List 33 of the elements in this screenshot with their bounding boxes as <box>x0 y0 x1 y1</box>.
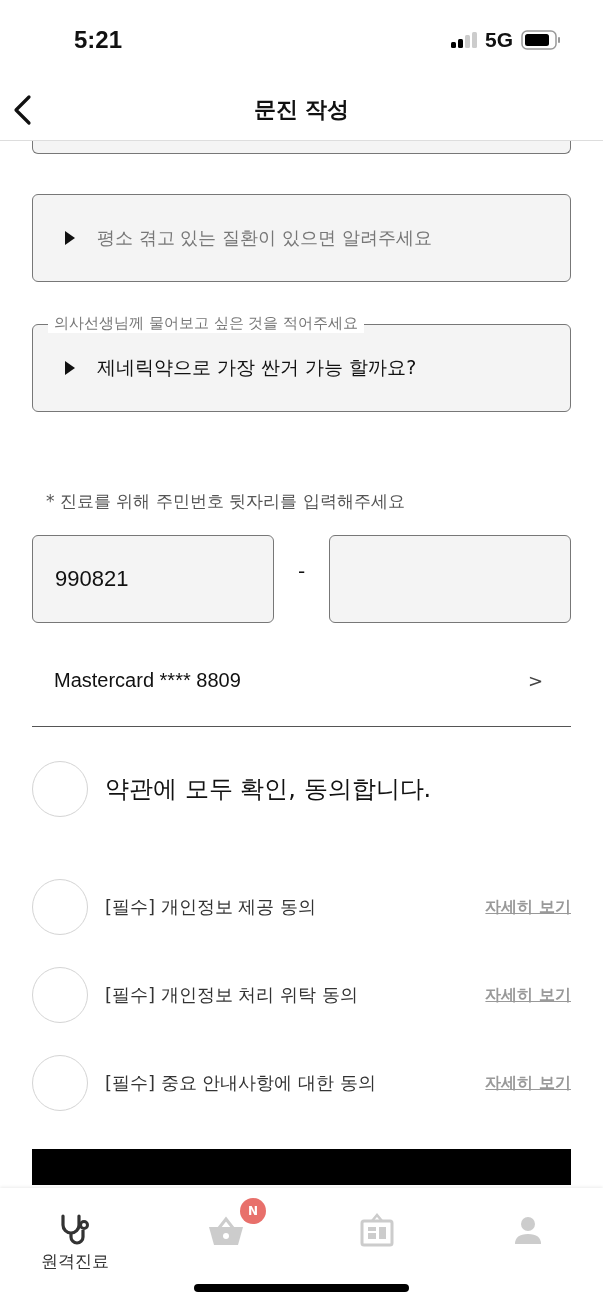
agree-all-label: 약관에 모두 확인, 동의합니다. <box>105 774 432 805</box>
triangle-icon <box>65 231 75 245</box>
input-field[interactable] <box>32 141 571 154</box>
submit-button[interactable] <box>32 1149 571 1185</box>
term-label: [필수] 중요 안내사항에 대한 동의 <box>105 1071 377 1095</box>
id-note: * 진료를 위해 주민번호 뒷자리를 입력해주세요 <box>46 490 406 513</box>
details-link[interactable]: 자세히 보기 <box>485 984 571 1006</box>
page-title: 문진 작성 <box>253 96 350 124</box>
new-badge: N <box>240 1198 267 1224</box>
signal-icon <box>451 32 477 48</box>
network-label: 5G <box>485 28 513 52</box>
id-back-field[interactable] <box>329 535 571 623</box>
input-field[interactable]: 평소 겪고 있는 질환이 있으면 알려주세요 <box>32 194 571 282</box>
status-time: 5:21 <box>74 26 123 54</box>
field-placeholder: 평소 겪고 있는 질환이 있으면 알려주세요 <box>97 226 432 250</box>
tab[interactable]: N <box>171 1198 282 1248</box>
separator: - <box>297 559 306 583</box>
notice-board-icon <box>359 1213 394 1247</box>
details-link[interactable]: 자세히 보기 <box>485 1072 571 1094</box>
field-value: 제네릭약으로 가장 싼거 가능 할까요? <box>97 355 417 380</box>
chevron: > <box>527 669 543 691</box>
battery-icon <box>521 30 561 50</box>
field-label: 의사선생님께 물어보고 싶은 것을 적어주세요 <box>48 313 365 333</box>
card-label: Mastercard **** 8809 <box>54 668 241 692</box>
id-front-field[interactable]: 990821 <box>32 535 274 623</box>
details-link[interactable]: 자세히 보기 <box>485 896 571 918</box>
term-label: [필수] 개인정보 처리 위탁 동의 <box>105 983 359 1007</box>
payment-card-row[interactable]: Mastercard **** 8809 > <box>32 634 571 727</box>
term-label: [필수] 개인정보 제공 동의 <box>105 895 318 919</box>
basket-icon <box>208 1214 245 1246</box>
triangle-icon <box>65 361 75 375</box>
tab[interactable]: 원격진료 <box>20 1198 131 1273</box>
person-icon <box>512 1215 543 1245</box>
